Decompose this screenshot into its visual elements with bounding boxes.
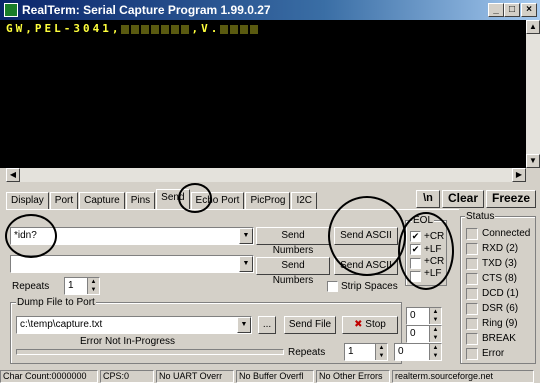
status-connected: Connected <box>482 228 531 239</box>
status-error: Error <box>482 348 505 359</box>
annotation-circle <box>328 196 406 276</box>
chevron-down-icon[interactable]: ▼ <box>237 317 251 333</box>
dump-spin-c[interactable]: 0 ▲ ▼ <box>394 343 442 361</box>
status-led <box>466 303 478 315</box>
tab-pins[interactable]: Pins <box>125 192 156 210</box>
tab-display[interactable]: Display <box>6 192 49 210</box>
tab-i2c[interactable]: I2C <box>291 192 318 210</box>
status-led <box>466 273 478 285</box>
status-dsr: DSR (6) <box>482 303 519 314</box>
maximize-button[interactable]: □ <box>504 3 520 17</box>
stop-button[interactable]: ✖ Stop <box>342 316 398 334</box>
window-title: RealTerm: Serial Capture Program 1.99.0.… <box>22 3 271 17</box>
horizontal-scrollbar[interactable]: ◀ ▶ <box>6 168 526 182</box>
status-cts: CTS (8) <box>482 273 517 284</box>
char-count: Char Count:0000000 <box>0 370 98 383</box>
chevron-down-icon[interactable]: ▼ <box>239 228 253 244</box>
dump-file-value: c:\temp\capture.txt <box>20 319 103 330</box>
dump-repeats-label: Repeats <box>288 347 326 358</box>
dump-status-text: Error Not In-Progress <box>80 336 176 347</box>
dump-spin-b[interactable]: 0 ▲ ▼ <box>406 325 442 343</box>
browse-button[interactable]: ... <box>258 316 276 334</box>
tab-strip: Display Port Capture Pins Send Echo Port… <box>6 189 318 210</box>
dump-spin-a-value: 0 <box>410 310 416 321</box>
title-bar: RealTerm: Serial Capture Program 1.99.0.… <box>0 0 540 20</box>
chevron-down-icon[interactable]: ▼ <box>239 256 253 272</box>
uart-overrun: No UART Overr <box>156 370 234 383</box>
scroll-left-icon[interactable]: ◀ <box>6 168 20 182</box>
terminal-text-mid: ,V. <box>191 22 221 35</box>
dump-file-input[interactable]: c:\temp\capture.txt ▼ <box>16 316 252 334</box>
app-icon <box>4 3 18 17</box>
website: realterm.sourceforge.net <box>392 370 534 383</box>
status-dcd: DCD (1) <box>482 288 519 299</box>
annotation-circle <box>178 183 212 213</box>
status-txd: TXD (3) <box>482 258 517 269</box>
dump-progress-bar <box>16 349 284 355</box>
repeats-label: Repeats <box>12 281 50 292</box>
cps: CPS:0 <box>100 370 154 383</box>
strip-spaces-checkbox[interactable] <box>327 281 338 292</box>
status-led <box>466 348 478 360</box>
status-title: Status <box>465 211 496 223</box>
status-led <box>466 228 478 240</box>
status-led <box>466 288 478 300</box>
scroll-up-icon[interactable]: ▲ <box>526 20 540 34</box>
vertical-scrollbar[interactable]: ▲ ▼ <box>526 20 540 168</box>
clear-button[interactable]: Clear <box>442 190 484 208</box>
status-rxd: RXD (2) <box>482 243 519 254</box>
terminal-text-start: GW,PEL-3041, <box>6 22 122 35</box>
status-led <box>466 333 478 345</box>
tab-port[interactable]: Port <box>49 192 79 210</box>
send-numbers-button-2[interactable]: Send Numbers <box>256 257 330 286</box>
dump-repeats-input[interactable]: 1 ▲ ▼ <box>344 343 388 361</box>
spinner-icon[interactable]: ▲ ▼ <box>87 278 99 294</box>
repeats-input[interactable]: 1 ▲ ▼ <box>64 277 100 295</box>
spinner-icon[interactable]: ▲ ▼ <box>429 308 441 324</box>
status-led <box>466 243 478 255</box>
strip-spaces-label: Strip Spaces <box>341 281 398 292</box>
terminal-output[interactable]: GW,PEL-3041, ,V. <box>0 20 526 168</box>
status-ring: Ring (9) <box>482 318 518 329</box>
dump-spin-b-value: 0 <box>410 328 416 339</box>
annotation-circle <box>5 214 57 258</box>
status-bar: Char Count:0000000 CPS:0 No UART Overr N… <box>0 370 540 383</box>
tab-picprog[interactable]: PicProg <box>245 192 291 210</box>
dump-file-title: Dump File to Port <box>16 297 96 309</box>
close-button[interactable]: × <box>521 3 537 17</box>
send-input-2[interactable]: ▼ <box>10 255 254 273</box>
spinner-icon[interactable]: ▲ ▼ <box>429 344 441 360</box>
spinner-icon[interactable]: ▲ ▼ <box>429 326 441 342</box>
dump-spin-c-value: 0 <box>398 346 404 357</box>
status-led <box>466 318 478 330</box>
newline-button[interactable]: \n <box>416 190 440 208</box>
buffer-overflow: No Buffer Overfl <box>236 370 314 383</box>
send-numbers-button[interactable]: Send Numbers <box>256 227 330 256</box>
send-file-button[interactable]: Send File <box>284 316 336 334</box>
status-break: BREAK <box>482 333 516 344</box>
dump-repeats-value: 1 <box>348 346 354 357</box>
stop-label: Stop <box>365 319 386 330</box>
scroll-down-icon[interactable]: ▼ <box>526 154 540 168</box>
repeats-value: 1 <box>68 280 74 291</box>
other-errors: No Other Errors <box>316 370 390 383</box>
scroll-right-icon[interactable]: ▶ <box>512 168 526 182</box>
freeze-button[interactable]: Freeze <box>486 190 536 208</box>
spinner-icon[interactable]: ▲ ▼ <box>375 344 387 360</box>
status-led <box>466 258 478 270</box>
tab-capture[interactable]: Capture <box>79 192 125 210</box>
minimize-button[interactable]: _ <box>488 3 504 17</box>
annotation-circle <box>398 212 454 290</box>
dump-spin-a[interactable]: 0 ▲ ▼ <box>406 307 442 325</box>
stop-x-icon: ✖ <box>354 319 363 330</box>
